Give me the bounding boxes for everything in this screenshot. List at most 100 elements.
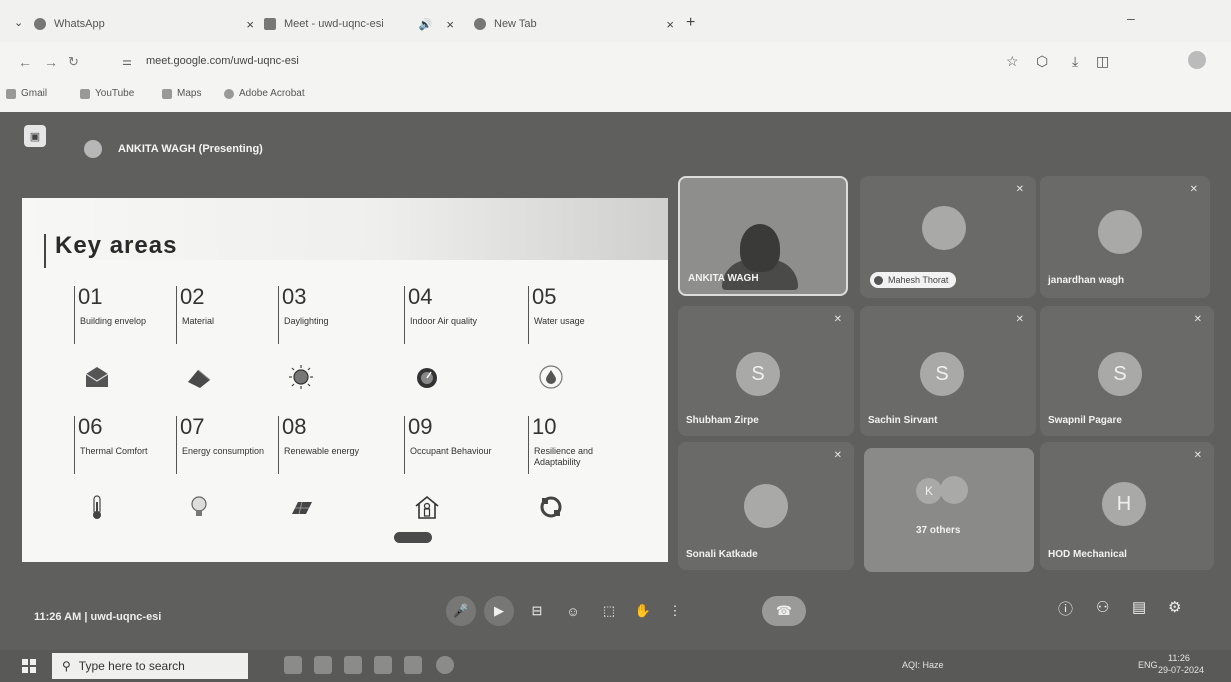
- tab-whatsapp[interactable]: WhatsApp ×: [34, 12, 254, 36]
- clock-time[interactable]: 11:26: [1168, 653, 1190, 663]
- participant-tile-swapnil-pagare[interactable]: ✕ S Swapnil Pagare: [1040, 306, 1214, 436]
- emoji-button[interactable]: ☺: [558, 596, 588, 626]
- close-tab-icon[interactable]: ×: [246, 17, 254, 32]
- back-icon[interactable]: ←: [18, 54, 32, 70]
- new-tab-button[interactable]: +: [686, 14, 695, 32]
- avatar: [1098, 210, 1142, 254]
- taskview-icon[interactable]: [284, 656, 302, 674]
- tab-meet[interactable]: Meet - uwd-uqnc-esi 🔊 ×: [264, 12, 454, 36]
- forward-icon[interactable]: →: [44, 54, 58, 70]
- gauge-icon: [417, 368, 437, 388]
- presenter-dot-icon: [874, 275, 883, 285]
- participant-name: Shubham Zirpe: [686, 415, 759, 426]
- weather-widget[interactable]: AQI: Haze: [902, 660, 944, 670]
- area-number: 02: [180, 284, 205, 309]
- area-number: 04: [408, 284, 433, 309]
- bookmark-youtube[interactable]: YouTube: [80, 88, 134, 99]
- area-label: Building envelop: [80, 316, 147, 326]
- sun-icon: [289, 365, 313, 389]
- presentation-layout-icon[interactable]: ▣: [24, 125, 46, 147]
- bookmark-star-icon[interactable]: ☆: [1006, 53, 1019, 70]
- participant-tile-janardhan-wagh[interactable]: ✕ janardhan wagh: [1040, 176, 1210, 298]
- area-number: 03: [282, 284, 307, 309]
- search-icon: ⚲: [62, 659, 71, 673]
- area-label: Indoor Air quality: [410, 316, 478, 326]
- end-call-button[interactable]: ☎: [762, 596, 806, 626]
- edge-icon[interactable]: [314, 656, 332, 674]
- mail-icon[interactable]: [404, 656, 422, 674]
- chrome-taskbar-icon[interactable]: [436, 656, 454, 674]
- mic-button[interactable]: 🎤: [446, 596, 476, 626]
- participant-tile-sachin-sirvant[interactable]: ✕ S Sachin Sirvant: [860, 306, 1036, 436]
- mic-off-icon: ✕: [1015, 184, 1024, 195]
- bookmark-label: Maps: [177, 88, 202, 99]
- download-icon[interactable]: ⤓: [1072, 53, 1078, 70]
- participant-tile-hod-mechanical[interactable]: ✕ H HOD Mechanical: [1040, 442, 1214, 570]
- bookmark-maps[interactable]: Maps: [162, 88, 201, 99]
- presenter-label: ANKITA WAGH (Presenting): [118, 143, 263, 155]
- tab-title: WhatsApp: [54, 18, 105, 30]
- file-explorer-icon[interactable]: [344, 656, 362, 674]
- present-button[interactable]: ⬚: [594, 596, 624, 626]
- tab-new-tab[interactable]: New Tab ×: [474, 12, 674, 36]
- divider: [404, 416, 405, 474]
- chrome-icon: [474, 18, 486, 30]
- bookmark-adobe-acrobat[interactable]: Adobe Acrobat: [224, 88, 305, 99]
- url-field[interactable]: meet.google.com/uwd-uqnc-esi: [146, 55, 299, 67]
- info-icon[interactable]: ⓘ: [1058, 598, 1073, 619]
- reload-icon[interactable]: ↻: [68, 54, 79, 70]
- mic-off-icon: ✕: [1189, 184, 1198, 195]
- site-settings-icon[interactable]: ⚌: [122, 55, 132, 68]
- captions-button[interactable]: ⊟: [522, 596, 552, 626]
- minimize-button[interactable]: –: [1127, 10, 1135, 26]
- cycle-icon: [540, 496, 562, 518]
- bulb-icon: [191, 496, 207, 516]
- area-label: Material: [182, 316, 215, 326]
- people-icon[interactable]: ⚇: [1096, 598, 1109, 616]
- mic-off-icon: ✕: [833, 450, 842, 461]
- participant-tile-sonali-katkade[interactable]: ✕ Sonali Katkade: [678, 442, 854, 570]
- participant-name: Mahesh Thorat: [888, 275, 949, 285]
- participant-tile-shubham-zirpe[interactable]: ✕ S Shubham Zirpe: [678, 306, 854, 436]
- participant-tile-mahesh-thorat[interactable]: ✕ Mahesh Thorat: [860, 176, 1036, 298]
- profile-avatar[interactable]: [1188, 51, 1206, 69]
- close-tab-icon[interactable]: ×: [666, 17, 674, 32]
- presenter-avatar: [84, 140, 102, 158]
- participant-tile-ankita-wagh[interactable]: ANKITA WAGH: [678, 176, 848, 296]
- stop-presenting-pill[interactable]: [394, 532, 432, 543]
- avatar: [940, 476, 968, 504]
- raise-hand-button[interactable]: ✋: [628, 596, 658, 626]
- participant-name: Sonali Katkade: [686, 549, 758, 560]
- extensions-icon[interactable]: ⬡: [1036, 53, 1048, 70]
- language-indicator[interactable]: ENG: [1138, 660, 1158, 670]
- search-placeholder: Type here to search: [78, 659, 185, 673]
- divider: [74, 416, 75, 474]
- divider: [176, 416, 177, 474]
- area-number: 01: [78, 284, 103, 309]
- participant-tile-others[interactable]: K 37 others: [864, 448, 1034, 572]
- store-icon[interactable]: [374, 656, 392, 674]
- mic-off-icon: ✕: [1193, 314, 1202, 325]
- camera-button[interactable]: ▶: [484, 596, 514, 626]
- area-number: 09: [408, 414, 433, 439]
- avatar: S: [736, 352, 780, 396]
- more-options-button[interactable]: ⋮: [660, 596, 690, 626]
- close-tab-icon[interactable]: ×: [446, 17, 454, 32]
- area-label: Occupant Behaviour: [410, 446, 492, 456]
- taskbar-search-input[interactable]: ⚲ Type here to search: [52, 653, 248, 679]
- area-label: Renewable energy: [284, 446, 360, 456]
- activities-icon[interactable]: ⚙: [1168, 598, 1181, 616]
- youtube-icon: [80, 88, 90, 99]
- water-drop-icon: [539, 365, 563, 389]
- audio-playing-icon[interactable]: 🔊: [419, 18, 433, 31]
- tab-title: New Tab: [494, 18, 537, 30]
- chat-icon[interactable]: ▤: [1132, 598, 1146, 616]
- side-panel-icon[interactable]: ◫: [1096, 53, 1109, 70]
- avatar: K: [916, 478, 942, 504]
- bookmark-gmail[interactable]: Gmail: [6, 88, 47, 99]
- tab-search-chevron-icon[interactable]: ⌄: [14, 16, 23, 29]
- area-number: 10: [532, 414, 557, 439]
- area-label: Water usage: [534, 316, 585, 326]
- windows-start-icon[interactable]: [22, 659, 36, 673]
- clock-date[interactable]: 29-07-2024: [1158, 665, 1204, 675]
